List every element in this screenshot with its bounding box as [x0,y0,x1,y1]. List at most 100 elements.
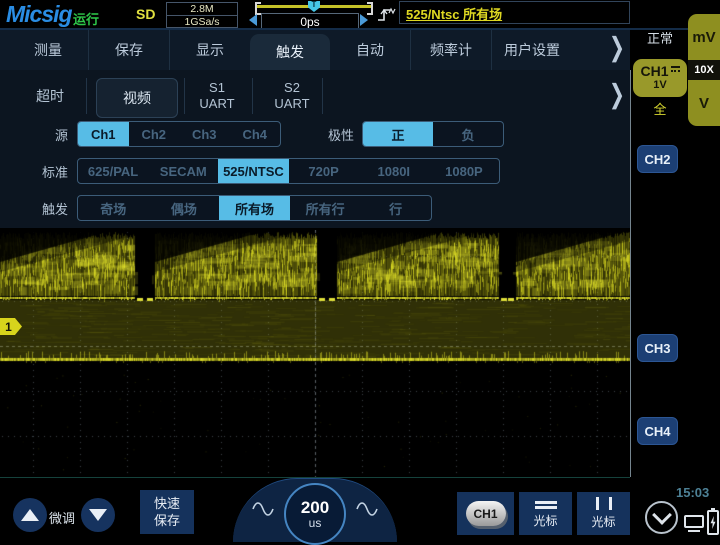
tab-auto[interactable]: 自动 [330,30,411,70]
subtab-s2-line1: S2 [257,80,327,96]
sample-rate: 1GSa/s [167,16,237,28]
collapse-menu-button[interactable] [645,501,678,534]
channel1-scale: 1V [653,79,666,92]
subtab-video[interactable]: 视频 [96,78,178,118]
polarity-option-negative[interactable]: 负 [433,122,503,146]
horizontal-cursor-label: 光标 [533,512,557,529]
standard-selector: 625/PAL SECAM 525/NTSC 720P 1080I 1080P [77,158,500,184]
subtab-timeout[interactable]: 超时 [36,86,64,106]
tab-frequency-counter[interactable]: 频率计 [411,30,492,70]
field-option-odd[interactable]: 奇场 [78,196,149,220]
trigger-edge-icon [376,6,398,23]
display-icon[interactable] [684,515,704,532]
vertical-cursor-icon [596,497,612,510]
memory-depth: 2.8M [167,3,237,16]
polarity-option-positive[interactable]: 正 [363,122,433,146]
standard-option-1080i[interactable]: 1080I [359,159,429,183]
tab-trigger[interactable]: 触发 [250,34,330,70]
channel2-button[interactable]: CH2 [637,145,678,173]
acquire-mode-label: 正常 [634,28,686,47]
waveform-display[interactable] [0,230,630,477]
field-option-line[interactable]: 行 [360,196,431,220]
quick-save-button[interactable]: 快速 保存 [140,490,194,534]
vertical-cursor-label: 光标 [591,513,615,530]
field-option-all-lines[interactable]: 所有行 [290,196,361,220]
active-channel-button[interactable]: CH1 [457,492,514,535]
menu-more-chevron-icon[interactable]: ❯ [609,32,625,64]
field-option-all-fields[interactable]: 所有场 [219,196,290,220]
sine-wave-icon[interactable] [252,500,274,518]
subtab-divider [252,78,253,114]
oscilloscope-screen: { "topbar": { "logo": "Micsig", "run_sta… [0,0,720,542]
main-menu-tabs: 测量 保存 显示 触发 自动 频率计 用户设置 [8,30,572,70]
quick-save-line1: 快速 [154,495,180,512]
source-option-ch2[interactable]: Ch2 [129,122,180,146]
horizontal-cursor-icon [535,499,557,511]
run-status[interactable]: 运行 [73,9,99,28]
subtab-more-chevron-icon[interactable]: ❯ [609,79,625,111]
standard-option-720p[interactable]: 720P [289,159,359,183]
field-trigger-label: 触发 [32,195,68,221]
dc-coupling-icon [671,66,680,74]
subtab-divider [184,78,185,114]
fine-tune-up-button[interactable] [13,498,47,532]
source-label: 源 [32,121,68,147]
tab-display[interactable]: 显示 [170,30,250,70]
subtab-s1-uart[interactable]: S1 UART [182,80,252,112]
chevron-down-icon [652,505,672,525]
standard-option-625pal[interactable]: 625/PAL [78,159,148,183]
down-arrow-icon [89,509,107,521]
subtab-divider [322,78,323,114]
channel1-bandwidth: 全 [650,99,670,118]
subtab-divider [86,78,87,114]
sine-wave-icon[interactable] [356,500,378,518]
hpos-right-arrow[interactable] [360,14,368,26]
hpos-left-arrow[interactable] [249,14,257,26]
scale-up-v-button[interactable]: V [688,80,720,126]
clock: 15:03 [676,485,709,500]
probe-attenuation[interactable]: 10X [688,60,720,80]
trigger-summary-text[interactable]: 525/Ntsc 所有场 [406,4,502,23]
field-option-even[interactable]: 偶场 [149,196,220,220]
fine-tune-down-button[interactable] [81,498,115,532]
scale-down-mv-button[interactable]: mV [688,14,720,60]
channel1-name: CH1 [640,64,668,79]
source-option-ch4[interactable]: Ch4 [230,122,281,146]
standard-option-525ntsc[interactable]: 525/NTSC [218,159,288,183]
standard-label: 标准 [32,158,68,184]
subtab-s2-uart[interactable]: S2 UART [257,80,327,112]
tab-measure[interactable]: 测量 [8,30,89,70]
vertical-cursor-button[interactable]: 光标 [577,492,630,535]
tab-save[interactable]: 保存 [89,30,170,70]
quick-save-line2: 保存 [154,512,180,529]
brand-logo: Micsig [6,1,72,28]
sd-card-indicator: SD [136,6,155,22]
channel3-button[interactable]: CH3 [637,334,678,362]
tab-user-settings[interactable]: 用户设置 [492,30,572,70]
polarity-label: 极性 [318,121,354,147]
timebase-value: 200 [301,499,329,517]
channel1-badge[interactable]: CH1 1V [633,59,687,97]
horizontal-cursor-button[interactable]: 光标 [519,492,572,535]
standard-option-secam[interactable]: SECAM [148,159,218,183]
battery-charging-icon [707,510,719,535]
subtab-s1-line2: UART [182,96,252,112]
source-selector: Ch1 Ch2 Ch3 Ch4 [77,121,281,147]
timebase-unit: us [309,517,322,530]
channel4-button[interactable]: CH4 [637,417,678,445]
graticule-right-border [630,70,631,477]
vertical-scale-panel: mV 10X V [688,14,720,126]
source-option-ch3[interactable]: Ch3 [179,122,230,146]
trigger-position-marker[interactable]: T [308,1,320,12]
polarity-selector: 正 负 [362,121,504,147]
channel-pill: CH1 [466,501,506,526]
acquisition-info-box[interactable]: 2.8M 1GSa/s [166,2,238,28]
subtab-s1-line1: S1 [182,80,252,96]
subtab-s2-line2: UART [257,96,327,112]
fine-tune-label: 微调 [49,508,75,527]
source-option-ch1[interactable]: Ch1 [78,122,129,146]
standard-option-1080p[interactable]: 1080P [429,159,499,183]
up-arrow-icon [21,509,39,521]
horizontal-position-slider[interactable]: T [255,2,373,11]
timebase-knob[interactable]: 200 us [284,483,346,545]
